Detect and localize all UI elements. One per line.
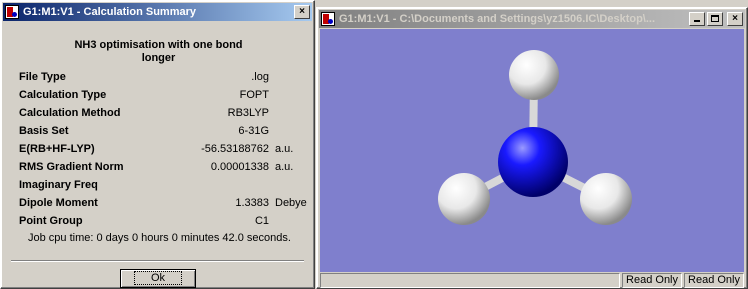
- status-read-only-panel-2: Read Only: [684, 273, 744, 288]
- row-label: Imaginary Freq: [19, 179, 98, 191]
- hydrogen-atom-top[interactable]: [509, 50, 559, 100]
- row-label: Calculation Type: [19, 89, 107, 101]
- summary-row-dipole-moment: Dipole Moment 1.3383 Debye: [19, 194, 309, 212]
- job-title-line2: longer: [141, 52, 176, 64]
- hydrogen-atom-right[interactable]: [580, 173, 632, 225]
- row-value: 1.3383: [235, 197, 269, 209]
- summary-row-calculation-type: Calculation Type FOPT: [19, 86, 309, 104]
- summary-table: File Type .log Calculation Type FOPT Cal…: [19, 68, 309, 230]
- summary-row-energy: E(RB+HF-LYP) -56.53188762 a.u.: [19, 140, 309, 158]
- molecule-canvas[interactable]: [320, 29, 744, 272]
- minimize-icon: [694, 20, 700, 22]
- row-value: 6-31G: [238, 125, 269, 137]
- row-value: 0.00001338: [210, 161, 269, 173]
- status-read-only-panel-1: Read Only: [622, 273, 683, 288]
- summary-row-file-type: File Type .log: [19, 68, 309, 86]
- close-button[interactable]: ×: [294, 5, 310, 19]
- row-label: Calculation Method: [19, 107, 121, 119]
- molecule-svg: [438, 50, 632, 225]
- summary-row-rms-gradient: RMS Gradient Norm 0.00001338 a.u.: [19, 158, 309, 176]
- row-value: C1: [254, 215, 269, 227]
- row-label: Dipole Moment: [19, 197, 98, 209]
- ok-button[interactable]: Ok: [120, 269, 196, 288]
- summary-row-basis-set: Basis Set 6-31G: [19, 122, 309, 140]
- row-unit: a.u.: [275, 161, 294, 173]
- row-label: Point Group: [19, 215, 83, 227]
- maximize-icon: [711, 15, 719, 22]
- row-value: -56.53188762: [201, 143, 269, 155]
- summary-row-imaginary-freq: Imaginary Freq: [19, 176, 309, 194]
- row-value: .log: [251, 71, 269, 83]
- row-unit: a.u.: [275, 143, 294, 155]
- viewer-close-button[interactable]: ×: [727, 12, 743, 26]
- hydrogen-atom-left[interactable]: [438, 173, 490, 225]
- cpu-time-text: Job cpu time: 0 days 0 hours 0 minutes 4…: [28, 232, 291, 244]
- summary-title-bar[interactable]: G1:M1:V1 - Calculation Summary ×: [3, 3, 312, 21]
- maximize-button[interactable]: [707, 12, 723, 26]
- divider: [11, 260, 304, 262]
- row-value: RB3LYP: [227, 107, 269, 119]
- gaussview-app-icon: [5, 5, 19, 19]
- summary-row-calculation-method: Calculation Method RB3LYP: [19, 104, 309, 122]
- row-label: File Type: [19, 71, 66, 83]
- row-value: FOPT: [239, 89, 269, 101]
- summary-row-point-group: Point Group C1: [19, 212, 309, 230]
- viewer-title-bar[interactable]: G1:M1:V1 - C:\Documents and Settings\yz1…: [319, 10, 745, 28]
- viewer-window-title: G1:M1:V1 - C:\Documents and Settings\yz1…: [339, 13, 656, 25]
- row-label: RMS Gradient Norm: [19, 161, 124, 173]
- row-label: E(RB+HF-LYP): [19, 143, 95, 155]
- summary-window-title: G1:M1:V1 - Calculation Summary: [23, 6, 196, 18]
- status-bar: Read Only Read Only: [320, 273, 744, 288]
- minimize-button[interactable]: [689, 12, 705, 26]
- close-icon: ×: [299, 6, 305, 17]
- ok-button-label: Ok: [133, 271, 183, 285]
- close-icon: ×: [732, 13, 738, 24]
- gaussview-app-icon: [321, 12, 335, 26]
- row-label: Basis Set: [19, 125, 69, 137]
- molecule-viewer-window: G1:M1:V1 - C:\Documents and Settings\yz1…: [316, 7, 748, 289]
- job-title: NH3 optimisation with one bond longer: [1, 39, 316, 65]
- row-unit: Debye: [275, 197, 307, 209]
- nitrogen-atom[interactable]: [498, 127, 568, 197]
- job-title-line1: NH3 optimisation with one bond: [74, 39, 243, 51]
- status-message-panel: [320, 273, 621, 288]
- calculation-summary-window: G1:M1:V1 - Calculation Summary × NH3 opt…: [0, 0, 315, 289]
